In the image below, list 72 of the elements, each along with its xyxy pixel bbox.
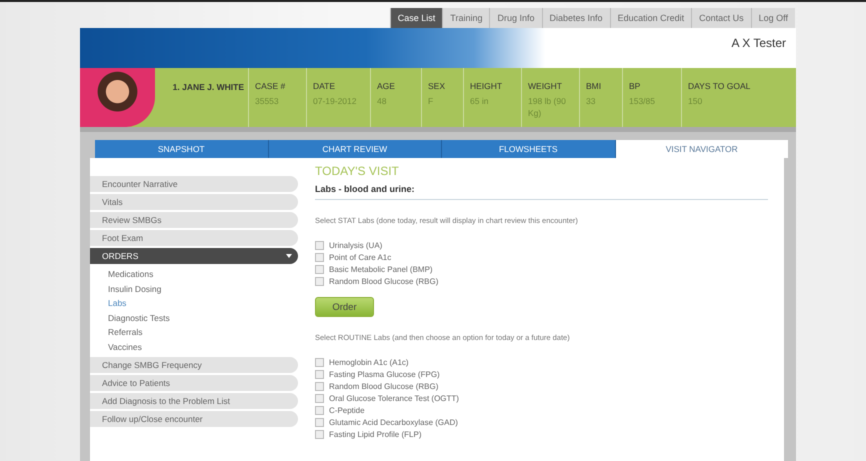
checkbox[interactable] xyxy=(315,418,324,426)
option-label: Glutamic Acid Decarboxylase (GAD) xyxy=(329,418,458,426)
field-value: 153/85 xyxy=(629,95,656,107)
sidebar-item[interactable]: Advice to Patients xyxy=(90,375,298,391)
section-title: Labs - blood and urine: xyxy=(315,178,768,200)
sidebar-item[interactable]: Vitals xyxy=(90,194,298,210)
option-label: Urinalysis (UA) xyxy=(329,240,382,250)
field-value: 33 xyxy=(586,95,596,107)
checkbox[interactable] xyxy=(315,406,324,414)
field-value: 150 xyxy=(688,95,704,107)
user-name: A X Tester xyxy=(732,36,786,50)
checkbox[interactable] xyxy=(315,276,324,286)
field-label: HEIGHT xyxy=(470,81,504,91)
checkbox[interactable] xyxy=(315,240,324,250)
checkbox[interactable] xyxy=(315,394,324,402)
field-value: F xyxy=(428,95,434,107)
tab[interactable]: FLOWSHEETS xyxy=(442,140,616,158)
sidebar-item[interactable]: Encounter Narrative xyxy=(90,176,298,192)
checkbox[interactable] xyxy=(315,264,324,274)
sidebar-item[interactable]: Foot Exam xyxy=(90,230,298,246)
option-label: Point of Care A1c xyxy=(329,252,392,262)
field-value: 198 lb (90 Kg) xyxy=(528,95,567,119)
nav-link[interactable]: Training xyxy=(442,8,490,28)
nav-link[interactable]: Contact Us xyxy=(691,8,751,28)
patient-name: 1. JANE J. WHITE xyxy=(172,81,245,94)
field-label: BMI xyxy=(586,81,602,91)
sidebar-subitem[interactable]: Insulin Dosing xyxy=(108,282,298,296)
field-label: WEIGHT xyxy=(528,81,563,91)
option-label: Fasting Lipid Profile (FLP) xyxy=(329,430,422,438)
field-label: DATE xyxy=(313,81,336,91)
option-label: C-Peptide xyxy=(329,406,365,414)
field-label: AGE xyxy=(377,81,396,91)
sidebar-subitem[interactable]: Referrals xyxy=(108,325,298,340)
sidebar-item[interactable]: Follow up/Close encounter xyxy=(90,411,298,427)
nav-link[interactable]: Diabetes Info xyxy=(542,8,610,28)
field-value: 07-19-2012 xyxy=(313,95,358,107)
field-value: 35553 xyxy=(255,95,280,107)
option-label: Oral Glucose Tolerance Test (OGTT) xyxy=(329,394,459,402)
checkbox[interactable] xyxy=(315,252,324,262)
nav-link[interactable]: Education Credit xyxy=(610,8,692,28)
sidebar-subitem[interactable]: Labs xyxy=(108,296,298,310)
sidebar-item[interactable]: ORDERS xyxy=(90,248,298,264)
sidebar-item[interactable]: Add Diagnosis to the Problem List xyxy=(90,393,298,409)
field-value: 48 xyxy=(377,95,388,107)
field-label: DAYS TO GOAL xyxy=(688,81,752,91)
field-label: SEX xyxy=(428,81,446,91)
checkbox[interactable] xyxy=(315,430,324,438)
nav-link[interactable]: Drug Info xyxy=(489,8,542,28)
checkbox[interactable] xyxy=(315,382,324,390)
tab[interactable]: VISIT NAVIGATOR xyxy=(616,140,788,158)
sidebar-subitem[interactable]: Diagnostic Tests xyxy=(108,310,298,325)
sidebar-subitem[interactable]: Medications xyxy=(108,267,298,282)
sidebar-subitem[interactable]: Vaccines xyxy=(108,340,298,354)
option-label: Fasting Plasma Glucose (FPG) xyxy=(329,370,440,378)
tab[interactable]: SNAPSHOT xyxy=(95,140,268,158)
checkbox[interactable] xyxy=(315,358,324,366)
option-label: Random Blood Glucose (RBG) xyxy=(329,382,438,390)
field-label: BP xyxy=(629,81,642,91)
option-label: Random Blood Glucose (RBG) xyxy=(329,276,438,286)
field-value: 65 in xyxy=(470,95,490,107)
sidebar-item[interactable]: Review SMBGs xyxy=(90,212,298,228)
caret-icon xyxy=(286,254,292,258)
option-label: Basic Metabolic Panel (BMP) xyxy=(329,264,433,274)
nav-link[interactable]: Case List xyxy=(390,8,442,28)
order-button[interactable]: Order xyxy=(315,297,374,317)
checkbox[interactable] xyxy=(315,370,324,378)
field-label: CASE # xyxy=(255,81,286,91)
nav-link[interactable]: Log Off xyxy=(750,8,795,28)
option-label: Hemoglobin A1c (A1c) xyxy=(329,358,409,366)
page-heading: TODAY'S VISIT xyxy=(315,164,400,178)
sidebar-item[interactable]: Change SMBG Frequency xyxy=(90,357,298,373)
tab[interactable]: CHART REVIEW xyxy=(268,140,442,158)
